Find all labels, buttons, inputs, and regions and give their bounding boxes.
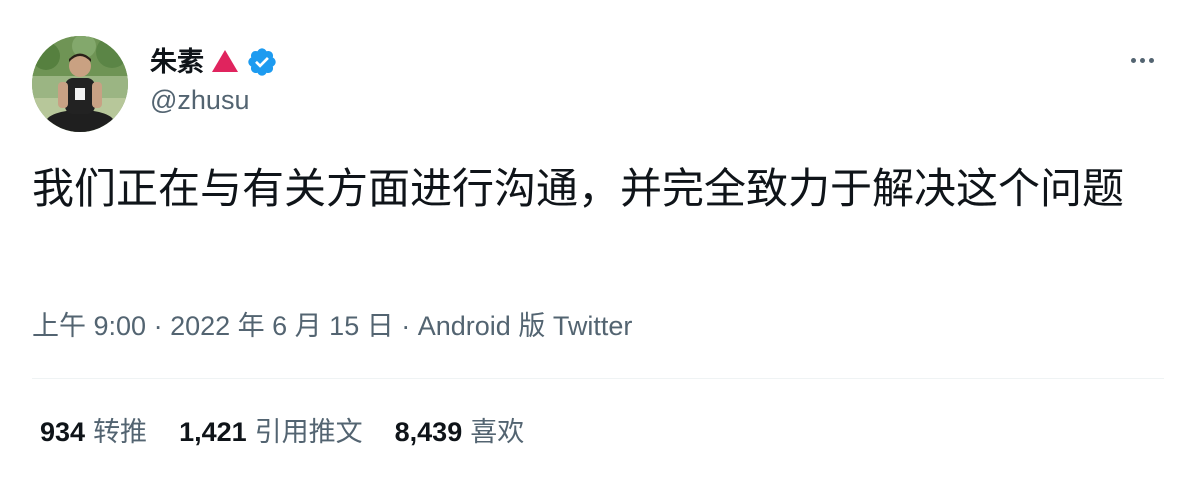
author-name-row[interactable]: 朱素	[150, 42, 278, 82]
verified-badge-icon	[246, 46, 278, 78]
display-name[interactable]: 朱素	[150, 48, 204, 76]
more-options-icon	[1130, 57, 1136, 63]
more-options-dot	[1148, 57, 1154, 63]
likes-label: 喜欢	[470, 417, 525, 447]
likes-stat[interactable]: 8,439 喜欢	[395, 414, 525, 450]
tweet-stats: 934 转推 1,421 引用推文 8,439 喜欢	[40, 414, 556, 450]
author-handle[interactable]: @zhusu	[150, 85, 249, 116]
tweet-meta: 上午 9:00 · 2022 年 6 月 15 日 · Android 版 Tw…	[32, 308, 632, 344]
avatar[interactable]	[32, 36, 128, 132]
quotes-label: 引用推文	[254, 417, 363, 447]
avatar-photo	[32, 36, 128, 132]
quotes-stat[interactable]: 1,421 引用推文	[179, 414, 363, 450]
meta-separator: ·	[401, 311, 411, 341]
tweet-text: 我们正在与有关方面进行沟通，并完全致力于解决这个问题	[32, 164, 1125, 213]
quotes-count: 1,421	[179, 417, 247, 447]
tweet-source-link[interactable]: Android 版 Twitter	[418, 311, 633, 341]
tweet-date[interactable]: 2022 年 6 月 15 日	[170, 311, 394, 341]
retweets-label: 转推	[93, 417, 148, 447]
tweet-time[interactable]: 上午 9:00	[32, 311, 146, 341]
divider	[32, 378, 1164, 379]
retweets-stat[interactable]: 934 转推	[40, 414, 147, 450]
red-triangle-icon	[212, 50, 238, 72]
retweets-count: 934	[40, 417, 86, 447]
more-options-dot	[1139, 57, 1145, 63]
more-options-button[interactable]	[1122, 46, 1162, 74]
tweet-card: 朱素 @zhusu 我们正在与有关方面进行沟通，并完全致力于解决这个问题 上午 …	[0, 0, 1196, 484]
meta-separator: ·	[153, 311, 163, 341]
likes-count: 8,439	[394, 417, 463, 447]
